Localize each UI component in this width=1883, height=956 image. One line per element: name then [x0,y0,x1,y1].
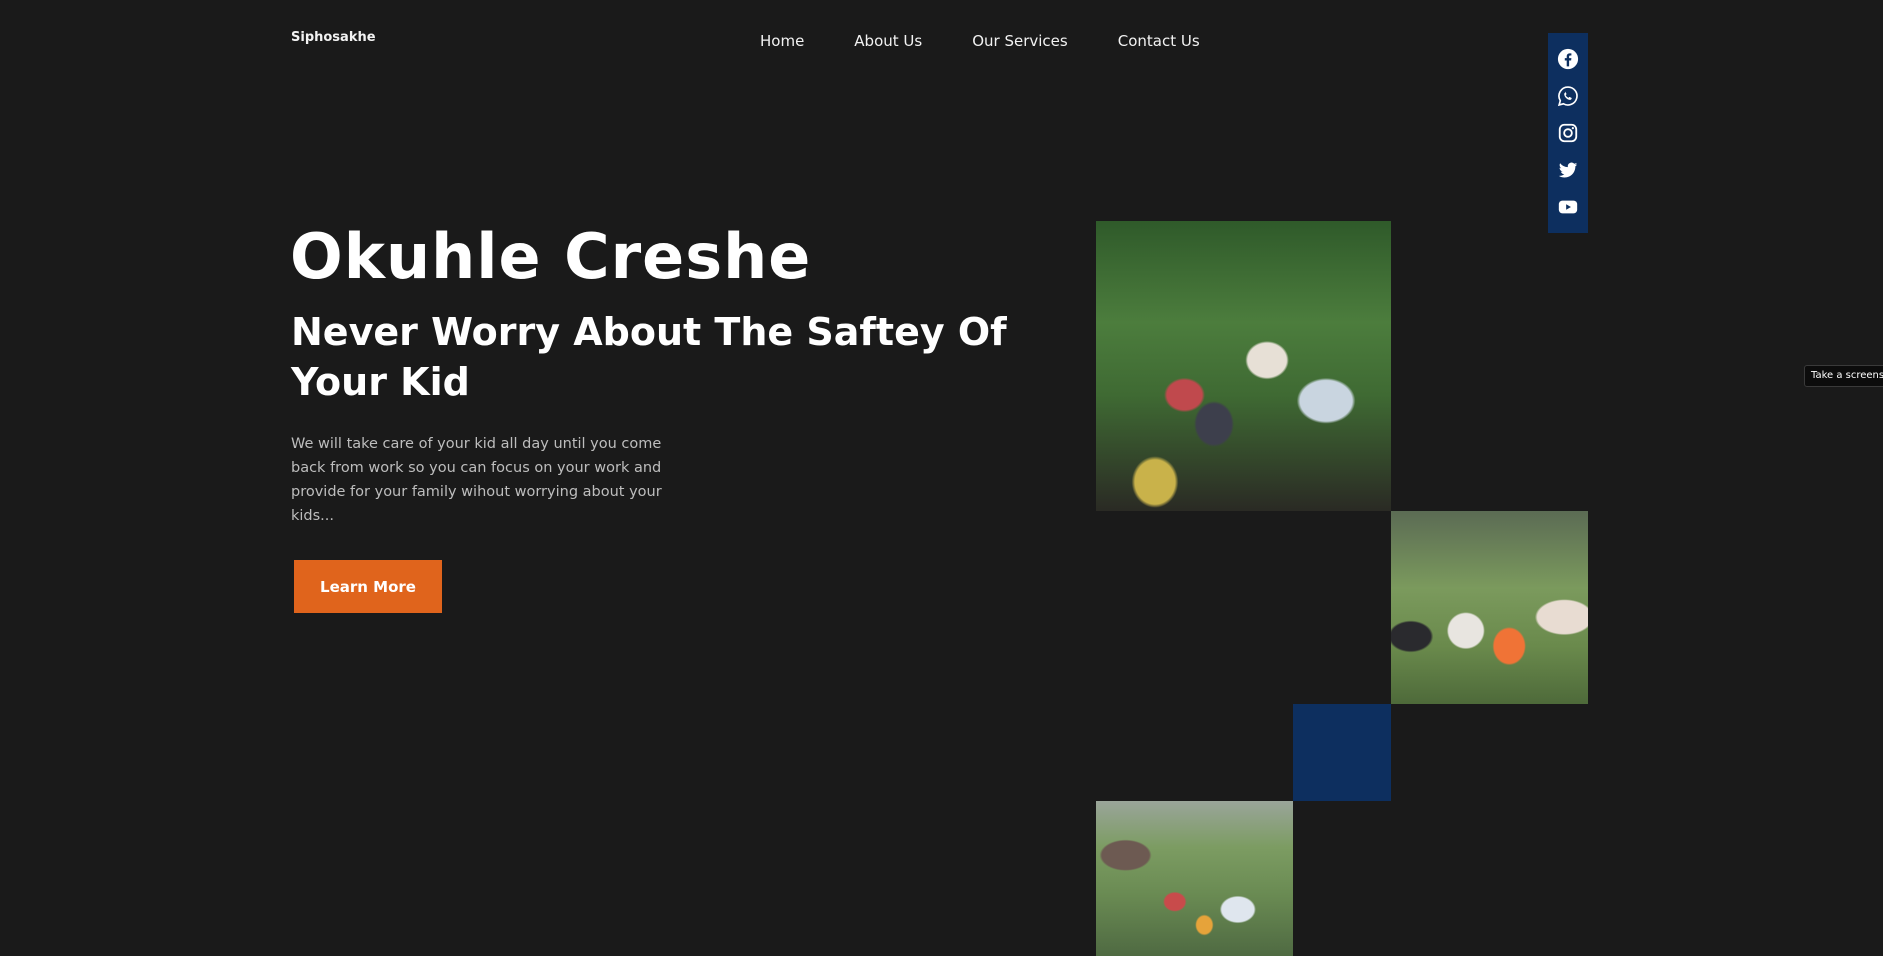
hero-description: We will take care of your kid all day un… [291,436,662,524]
decorative-navy-block [1293,704,1391,801]
screenshot-tooltip[interactable]: Take a screens [1804,365,1883,387]
youtube-icon[interactable] [1556,196,1580,218]
nav-our-services[interactable]: Our Services [972,32,1068,50]
page: Siphosakhe Home About Us Our Services Co… [0,0,1883,956]
nav-contact-us[interactable]: Contact Us [1118,32,1200,50]
main-nav: Home About Us Our Services Contact Us [760,32,1200,50]
facebook-icon[interactable] [1556,48,1580,70]
children-photo-large [1096,221,1391,511]
whatsapp-icon[interactable] [1556,85,1580,107]
twitter-icon[interactable] [1556,159,1580,181]
brand-logo[interactable]: Siphosakhe [291,30,376,45]
hero-title: Okuhle Creshe [290,220,812,293]
learn-more-button[interactable]: Learn More [294,560,442,613]
instagram-icon[interactable] [1556,122,1580,144]
children-photo-medium [1391,511,1588,704]
nav-about-us[interactable]: About Us [854,32,922,50]
social-sidebar [1548,33,1588,233]
hero-subtitle: Never Worry About The Saftey Of Your Kid [291,310,1007,404]
children-photo-small [1096,801,1293,956]
nav-home[interactable]: Home [760,32,804,50]
